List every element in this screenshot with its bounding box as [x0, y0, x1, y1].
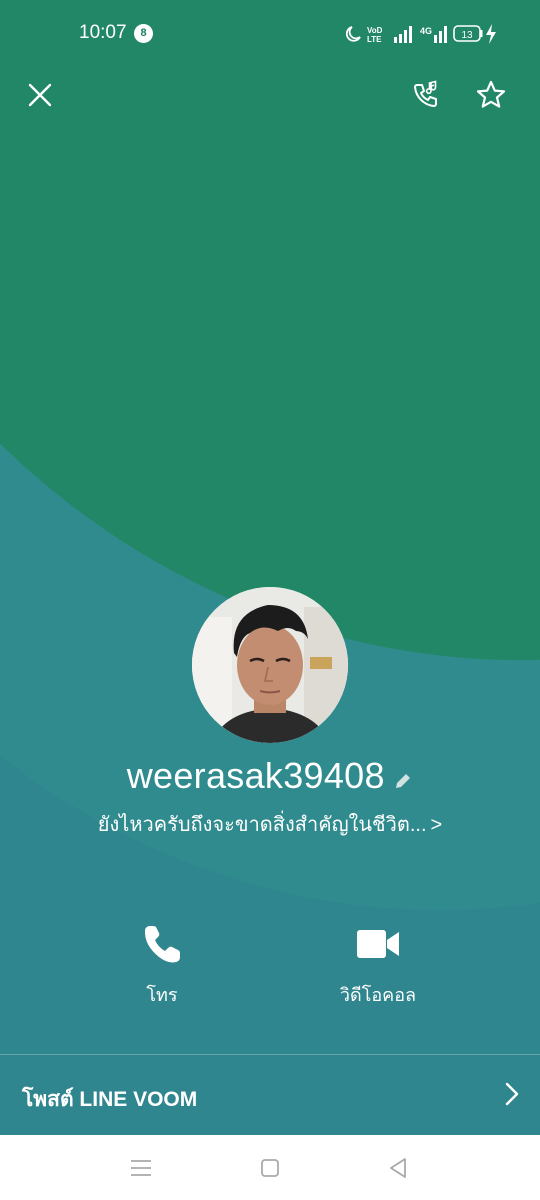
home-square-icon — [261, 1159, 279, 1177]
network-type-icon: 4G — [420, 26, 432, 36]
status-icons: VoD LTE 4G 13 — [346, 24, 496, 44]
signal-icon-2 — [434, 26, 447, 43]
background — [0, 0, 540, 1135]
voice-call-label: โทร — [146, 985, 178, 1005]
volte-icon: VoD — [367, 26, 383, 35]
notification-badge: 8 — [134, 24, 153, 43]
status-message-text: ยังไหวครับถึงจะขาดสิ่งสำคัญในชีวิต... — [97, 814, 427, 836]
svg-text:13: 13 — [461, 30, 473, 41]
back-triangle-icon — [390, 1158, 406, 1178]
profile-name: weerasak39408 — [126, 755, 385, 796]
profile-name-row: weerasak39408 — [0, 755, 540, 797]
phone-icon — [144, 926, 180, 963]
moon-icon — [346, 26, 361, 42]
favorite-button[interactable] — [470, 74, 512, 116]
profile-photo — [192, 587, 348, 743]
battery-icon: 13 — [453, 25, 483, 42]
status-message[interactable]: ยังไหวครับถึงจะขาดสิ่งสำคัญในชีวิต... > — [0, 808, 540, 840]
nav-menu-button[interactable] — [121, 1153, 161, 1183]
status-bar: 10:07 8 VoD LTE 4G 13 — [0, 0, 540, 66]
svg-text:LTE: LTE — [367, 35, 382, 44]
video-call-label: วิดีโอคอล — [339, 985, 417, 1005]
edit-name-button[interactable] — [393, 771, 413, 796]
nav-back-button[interactable] — [378, 1153, 418, 1183]
line-voom-label: โพสต์ LINE VOOM — [22, 1088, 198, 1111]
menu-icon — [131, 1160, 151, 1176]
navigation-bar — [0, 1135, 540, 1200]
pencil-icon — [396, 774, 411, 789]
ringtone-button[interactable] — [405, 74, 447, 116]
voice-call-button[interactable]: โทร — [82, 920, 242, 1009]
signal-icon — [394, 26, 412, 43]
charging-icon — [486, 24, 496, 44]
status-time: 10:07 — [79, 22, 127, 43]
star-icon — [476, 80, 506, 108]
close-icon — [28, 83, 52, 107]
chevron-right-icon — [505, 1082, 519, 1106]
line-voom-row[interactable]: โพสต์ LINE VOOM — [0, 1055, 540, 1135]
video-camera-icon — [357, 930, 399, 958]
nav-home-button[interactable] — [250, 1153, 290, 1183]
profile-avatar[interactable] — [192, 587, 348, 743]
close-button[interactable] — [19, 74, 61, 116]
chevron-right-icon: > — [430, 814, 443, 836]
call-music-icon — [414, 80, 437, 107]
video-call-button[interactable]: วิดีโอคอล — [298, 920, 458, 1009]
